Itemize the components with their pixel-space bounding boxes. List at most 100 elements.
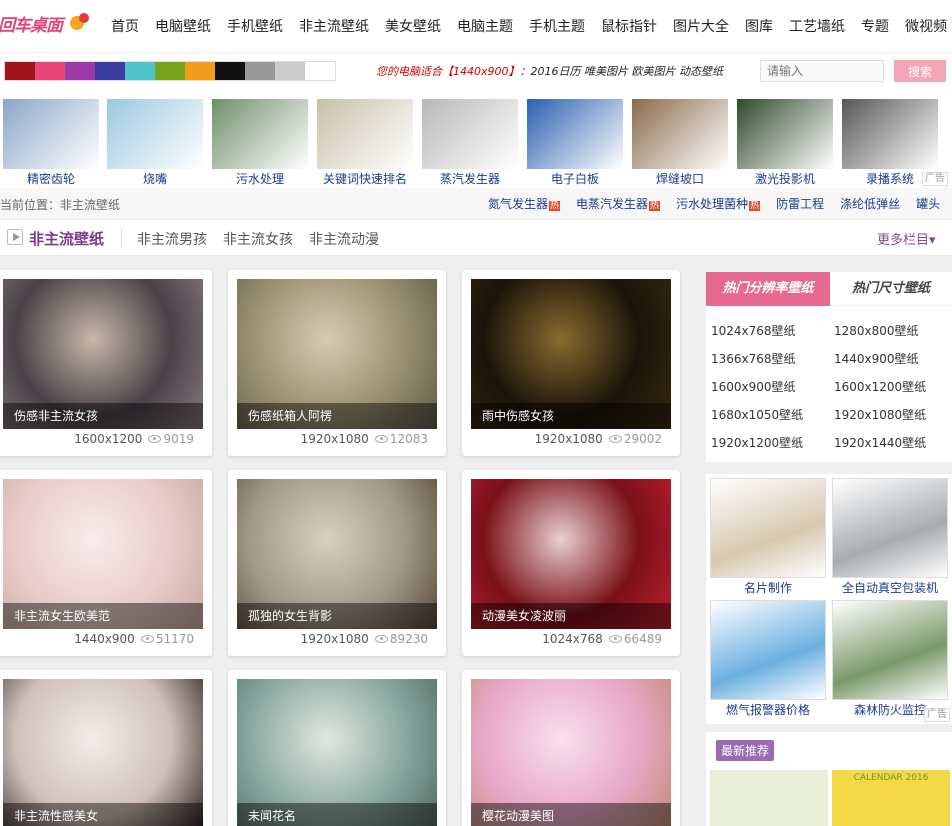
resolution-link[interactable]: 1600x900壁纸 — [711, 378, 796, 395]
color-swatch[interactable] — [215, 62, 245, 80]
wallpaper-title[interactable]: 雨中伤感女孩 — [471, 403, 671, 429]
sidebar-ad-caption[interactable]: 燃气报警器价格 — [710, 702, 826, 718]
tab-nonmainstream-girls[interactable]: 非主流女孩 — [223, 229, 293, 249]
ad-caption[interactable]: 激光投影机 — [737, 171, 833, 187]
wallpaper-card[interactable]: 非主流性感美女 — [0, 670, 212, 826]
sidebar-ad-item[interactable]: 全自动真空包装机 — [832, 478, 948, 596]
ad-caption[interactable]: 焊缝坡口 — [632, 171, 728, 187]
nav-nonmainstream-wallpaper[interactable]: 非主流壁纸 — [299, 16, 369, 38]
color-swatch[interactable] — [35, 62, 65, 80]
tab-nonmainstream-boys[interactable]: 非主流男孩 — [137, 229, 207, 249]
color-swatch[interactable] — [185, 62, 215, 80]
wallpaper-card[interactable]: 非主流女生欧美范 1440x900 51170 — [0, 470, 212, 656]
tab-nonmainstream-anime[interactable]: 非主流动漫 — [309, 229, 379, 249]
resolution-link[interactable]: 1680x1050壁纸 — [711, 406, 803, 423]
wallpaper-card[interactable]: 樱花动漫美图 — [462, 670, 680, 826]
sidebar-ad-caption[interactable]: 全自动真空包装机 — [832, 580, 948, 596]
sponsored-link-label[interactable]: 氮气发生器 — [488, 197, 548, 211]
color-swatch[interactable] — [155, 62, 185, 80]
search-button[interactable]: 搜索 — [894, 60, 946, 82]
nav-craft-wallpaper[interactable]: 工艺墙纸 — [789, 16, 845, 38]
wallpaper-card[interactable]: 动漫美女凌波丽 1024x768 66489 — [462, 470, 680, 656]
sponsored-link[interactable]: 防雷工程 — [776, 195, 824, 212]
ad-caption[interactable]: 蒸汽发生器 — [422, 171, 518, 187]
wallpaper-card[interactable]: 未闻花名 — [228, 670, 446, 826]
tab-hot-size[interactable]: 热门尺寸壁纸 — [830, 272, 952, 306]
resolution-link[interactable]: 1920x1440壁纸 — [834, 434, 926, 451]
sponsored-link[interactable]: 氮气发生器热 — [488, 195, 561, 212]
nav-desktop-wallpaper[interactable]: 电脑壁纸 — [155, 16, 211, 38]
ad-item[interactable]: 焊缝坡口 — [632, 99, 728, 187]
nav-desktop-theme[interactable]: 电脑主题 — [457, 16, 513, 38]
more-categories-button[interactable]: 更多栏目▾ — [877, 229, 936, 248]
tab-hot-resolution[interactable]: 热门分辨率壁纸 — [706, 272, 830, 306]
sidebar-ad-item[interactable]: 名片制作 — [710, 478, 826, 596]
ad-caption[interactable]: 精密齿轮 — [3, 171, 99, 187]
ad-item[interactable]: 精密齿轮 — [3, 99, 99, 187]
ad-item[interactable]: 电子白板 — [527, 99, 623, 187]
color-swatch[interactable] — [65, 62, 95, 80]
sponsored-link-label[interactable]: 防雷工程 — [776, 197, 824, 211]
wallpaper-title[interactable]: 孤独的女生背影 — [237, 603, 437, 629]
ad-item[interactable]: 激光投影机 — [737, 99, 833, 187]
color-swatch[interactable] — [5, 62, 35, 80]
sidebar-ad-caption[interactable]: 名片制作 — [710, 580, 826, 596]
sponsored-link-label[interactable]: 涤纶低弹丝 — [840, 197, 900, 211]
resolution-link[interactable]: 1920x1080壁纸 — [834, 406, 926, 423]
wallpaper-card[interactable]: 孤独的女生背影 1920x1080 89230 — [228, 470, 446, 656]
sponsored-link-label[interactable]: 罐头 — [916, 197, 940, 211]
nav-pictures[interactable]: 图片大全 — [673, 16, 729, 38]
ad-caption[interactable]: 关键词快速排名 — [317, 171, 413, 187]
resolution-link[interactable]: 1600x1200壁纸 — [834, 378, 926, 395]
wallpaper-title[interactable]: 伤感非主流女孩 — [3, 403, 203, 429]
ad-item[interactable]: 蒸汽发生器 — [422, 99, 518, 187]
color-swatch[interactable] — [125, 62, 155, 80]
nav-mobile-theme[interactable]: 手机主题 — [529, 16, 585, 38]
search-input[interactable] — [760, 60, 884, 82]
site-logo[interactable]: 回车桌面 — [0, 9, 96, 41]
color-swatch[interactable] — [275, 62, 305, 80]
promo-links[interactable]: 2016日历 唯美图片 欧美图片 动态壁纸 — [531, 65, 723, 78]
resolution-link[interactable]: 1024x768壁纸 — [711, 322, 796, 339]
resolution-link[interactable]: 1280x800壁纸 — [834, 322, 919, 339]
resolution-link[interactable]: 1366x768壁纸 — [711, 350, 796, 367]
ad-item[interactable]: 关键词快速排名 — [317, 99, 413, 187]
sponsored-link[interactable]: 污水处理菌种热 — [676, 195, 761, 212]
nav-beauty-wallpaper[interactable]: 美女壁纸 — [385, 16, 441, 38]
sponsored-link[interactable]: 罐头 — [916, 195, 940, 212]
color-swatch[interactable] — [305, 62, 335, 80]
nav-micro-video[interactable]: 微视频 — [905, 16, 947, 38]
ad-caption[interactable]: 污水处理 — [212, 171, 308, 187]
color-swatch[interactable] — [245, 62, 275, 80]
wallpaper-title[interactable]: 伤感纸箱人阿楞 — [237, 403, 437, 429]
wallpaper-card[interactable]: 雨中伤感女孩 1920x1080 29002 — [462, 270, 680, 456]
resolution-link[interactable]: 1920x1200壁纸 — [711, 434, 803, 451]
category-title[interactable]: 非主流壁纸 — [29, 228, 104, 249]
ad-item[interactable]: 烧嘴 — [107, 99, 203, 187]
sidebar-ad-item[interactable]: 燃气报警器价格 — [710, 600, 826, 718]
ad-caption[interactable]: 烧嘴 — [107, 171, 203, 187]
nav-mobile-wallpaper[interactable]: 手机壁纸 — [227, 16, 283, 38]
sponsored-link-label[interactable]: 电蒸汽发生器 — [576, 197, 648, 211]
sponsored-link[interactable]: 涤纶低弹丝 — [840, 195, 900, 212]
sponsored-link-label[interactable]: 污水处理菌种 — [676, 197, 748, 211]
ad-caption[interactable]: 电子白板 — [527, 171, 623, 187]
nav-topics[interactable]: 专题 — [861, 16, 889, 38]
ad-item[interactable]: 污水处理 — [212, 99, 308, 187]
wallpaper-card[interactable]: 伤感非主流女孩 1600x1200 9019 — [0, 270, 212, 456]
newest-item-thumbnail[interactable] — [710, 770, 828, 826]
sponsored-link[interactable]: 电蒸汽发生器热 — [576, 195, 661, 212]
nav-gallery[interactable]: 图库 — [745, 16, 773, 38]
wallpaper-title[interactable]: 动漫美女凌波丽 — [471, 603, 671, 629]
wallpaper-title[interactable]: 非主流女生欧美范 — [3, 603, 203, 629]
wallpaper-title[interactable]: 非主流性感美女 — [3, 803, 203, 826]
newest-item-thumbnail[interactable]: CALENDAR 2016 — [832, 770, 950, 826]
nav-home[interactable]: 首页 — [111, 16, 139, 38]
nav-mouse-pointer[interactable]: 鼠标指针 — [601, 16, 657, 38]
wallpaper-card[interactable]: 伤感纸箱人阿楞 1920x1080 12083 — [228, 270, 446, 456]
wallpaper-title[interactable]: 樱花动漫美图 — [471, 803, 671, 826]
resolution-link[interactable]: 1440x900壁纸 — [834, 350, 919, 367]
wallpaper-title[interactable]: 未闻花名 — [237, 803, 437, 826]
color-swatch[interactable] — [95, 62, 125, 80]
sidebar-ad-item[interactable]: 森林防火监控 — [832, 600, 948, 718]
